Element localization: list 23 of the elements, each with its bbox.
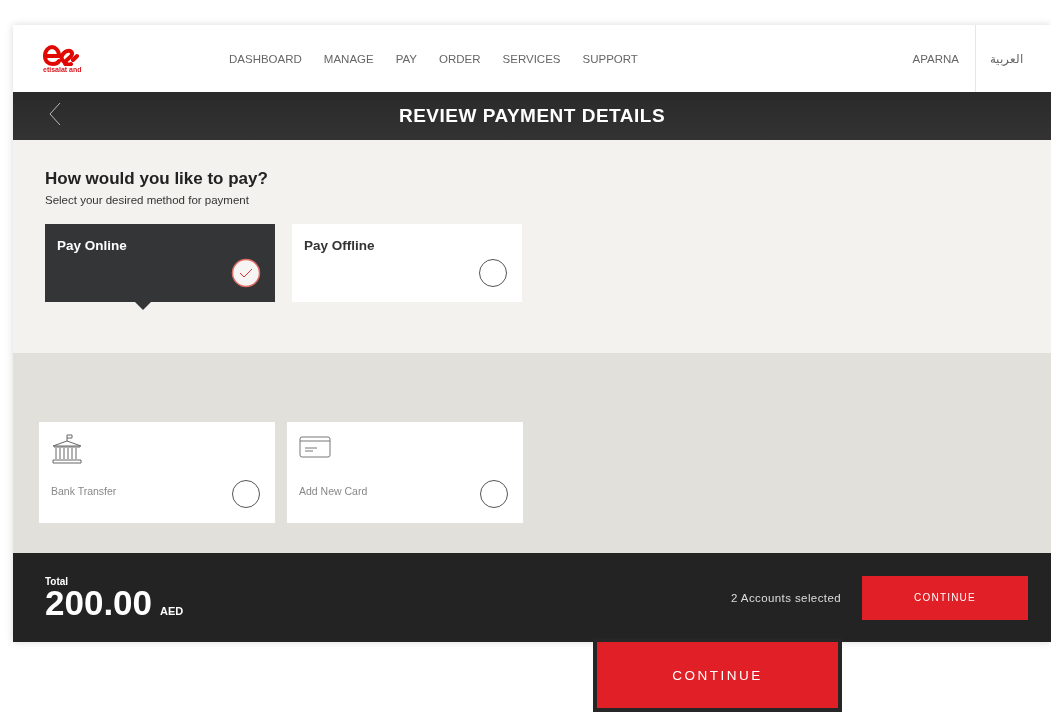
accounts-selected-text: 2 Accounts selected [731,591,841,604]
payment-method-card[interactable]: Bank Transfer [39,422,275,523]
total-label: Total [45,575,70,587]
page-title: REVIEW PAYMENT DETAILS [398,105,666,127]
nav-link[interactable]: ORDER [439,52,481,65]
payment-method-card[interactable]: Add New Card [287,422,523,523]
payment-mode-card[interactable]: Pay Offline [292,224,522,302]
currency-label: AED [160,604,184,617]
card-icon [299,434,331,460]
nav-link[interactable]: DASHBOARD [229,52,302,65]
language-link[interactable]: العربية [990,51,1023,66]
back-icon[interactable] [49,102,61,126]
nav-link[interactable]: PAY [395,52,417,65]
nav-link[interactable]: SERVICES [502,52,561,65]
user-name[interactable]: APARNA [912,52,959,65]
continue-button[interactable]: CONTINUE [862,575,1028,620]
bank-icon [51,434,83,466]
question-heading: How would you like to pay? [45,168,269,189]
total-amount: 200.00 [45,584,153,620]
nav-link[interactable]: MANAGE [323,52,374,65]
nav-link[interactable]: SUPPORT [582,52,638,65]
logo-icon[interactable] [43,44,79,66]
question-subtitle: Select your desired method for payment [45,194,250,206]
